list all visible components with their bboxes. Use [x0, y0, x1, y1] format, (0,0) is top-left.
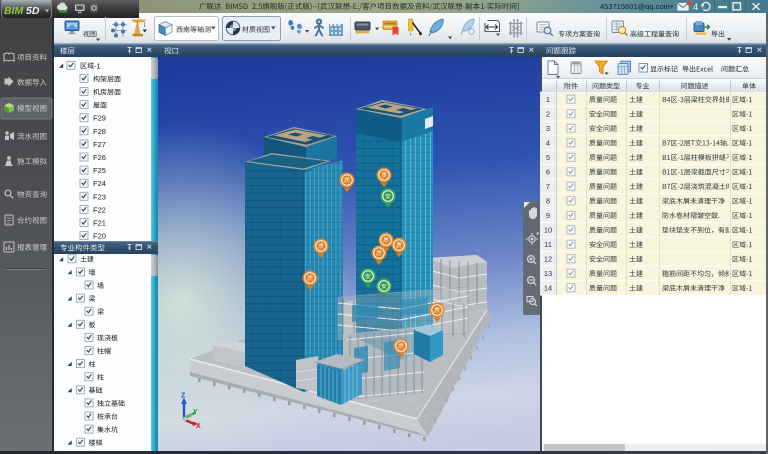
svg-text:7: 7: [546, 182, 550, 191]
svg-text:3: 3: [546, 124, 550, 133]
svg-text:F28: F28: [93, 127, 106, 136]
svg-text:10: 10: [544, 226, 552, 235]
svg-text:F24: F24: [93, 179, 106, 188]
svg-text:8: 8: [546, 197, 550, 206]
svg-text:F27: F27: [93, 140, 106, 149]
svg-text:453715601@qq.com: 453715601@qq.com: [600, 2, 670, 11]
svg-text:9: 9: [546, 211, 550, 220]
svg-text:12: 12: [544, 255, 552, 264]
svg-text:-1: -1: [94, 61, 101, 70]
svg-text:13: 13: [544, 269, 552, 278]
svg-text:6: 6: [546, 168, 550, 177]
svg-text:2: 2: [546, 110, 550, 119]
svg-text:F29: F29: [93, 114, 106, 123]
svg-text:Z: Z: [181, 393, 186, 400]
svg-text:F21: F21: [93, 219, 106, 228]
svg-text:F25: F25: [93, 166, 106, 175]
svg-text:1: 1: [546, 95, 550, 104]
svg-text:F22: F22: [93, 205, 106, 214]
svg-text:14: 14: [544, 284, 552, 293]
svg-text:F23: F23: [93, 192, 106, 201]
svg-text:F20: F20: [93, 232, 106, 241]
svg-text:11: 11: [544, 240, 552, 249]
svg-text:X: X: [196, 423, 201, 430]
svg-text:F26: F26: [93, 153, 106, 162]
svg-text:4: 4: [693, 2, 698, 13]
svg-text:5: 5: [546, 153, 550, 162]
svg-text:Y: Y: [193, 409, 198, 416]
svg-text:4: 4: [546, 139, 550, 148]
